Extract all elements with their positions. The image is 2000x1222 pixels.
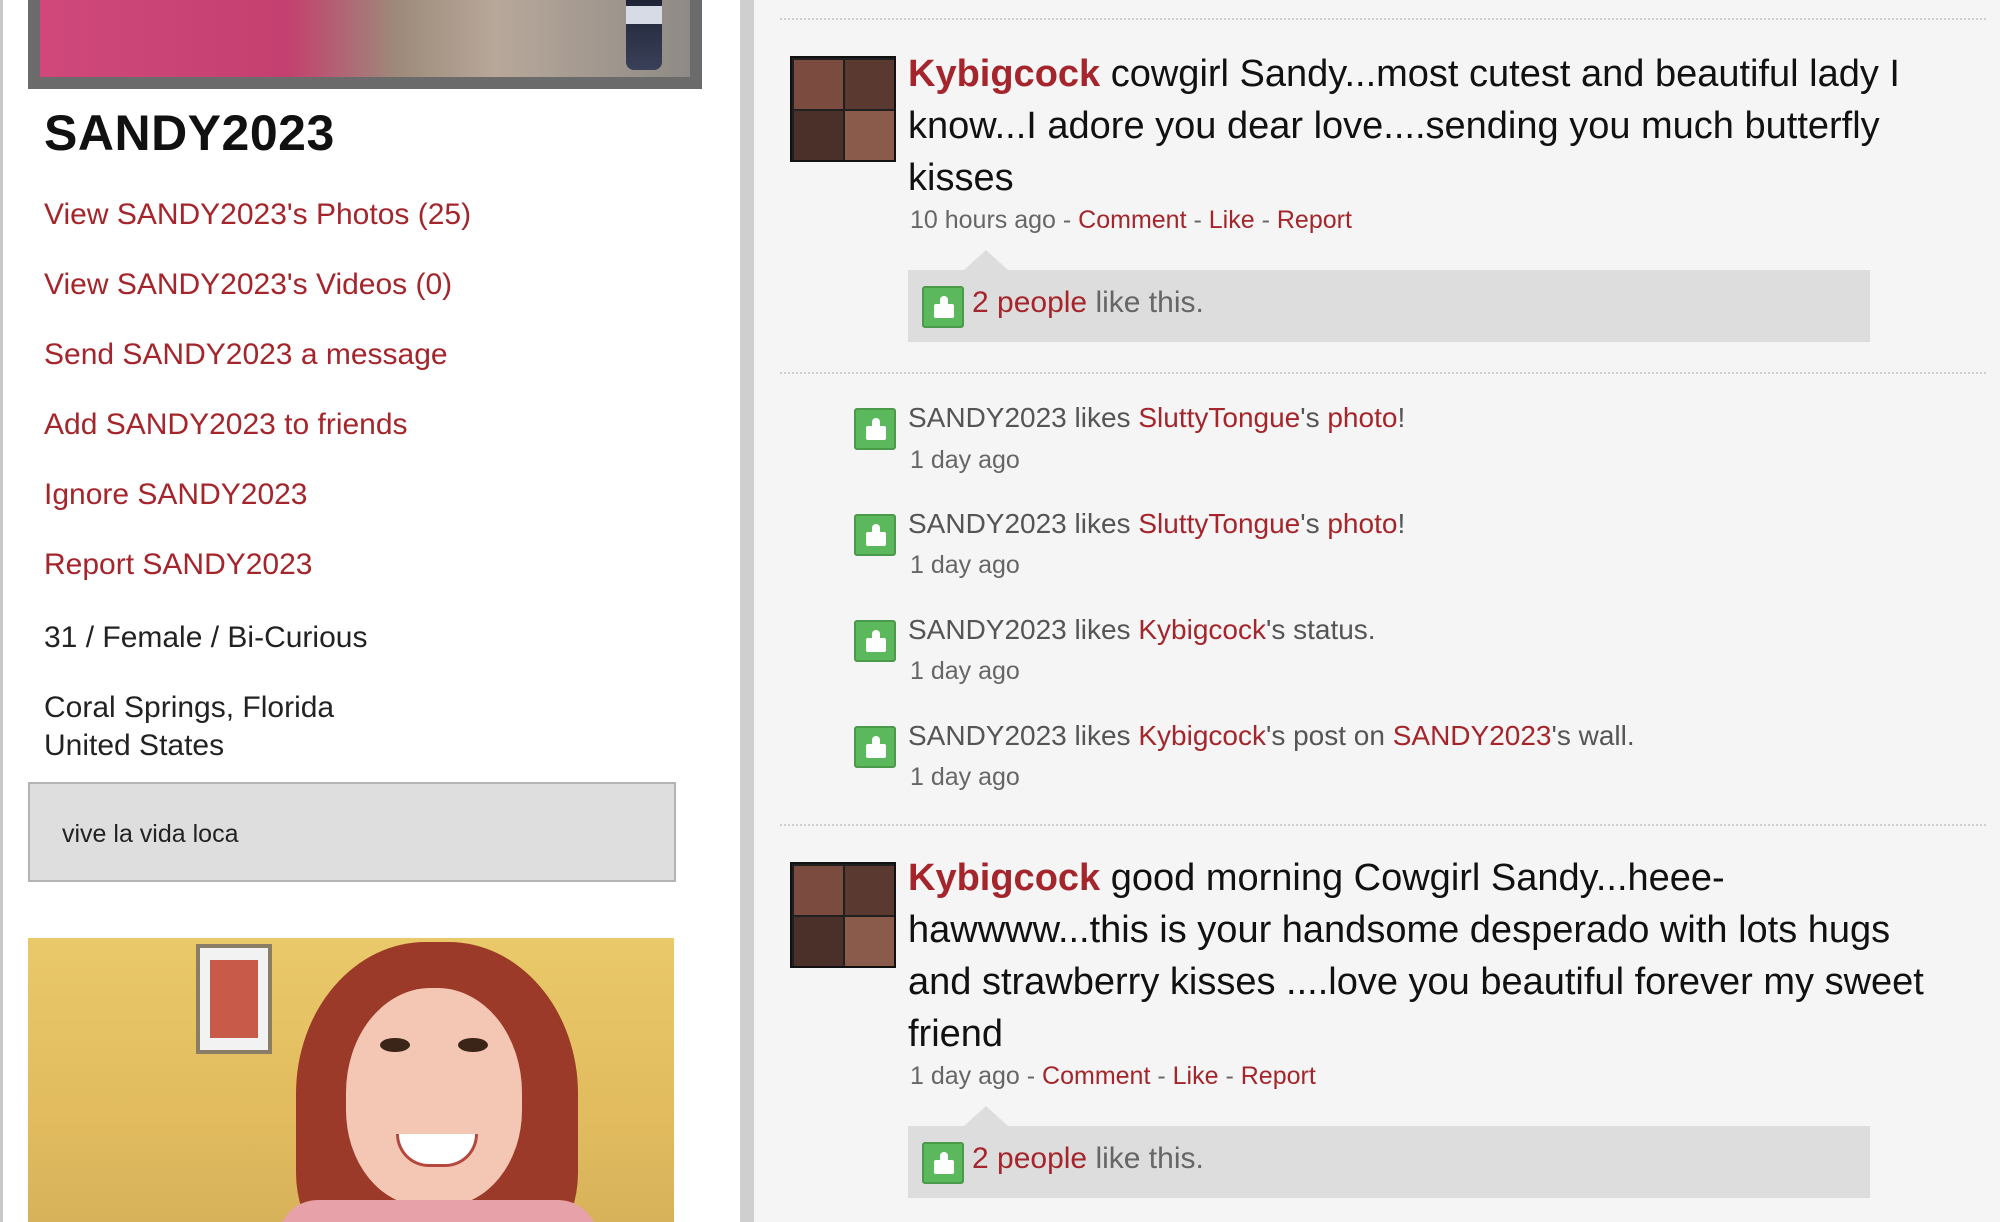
activity-user-link[interactable]: SluttyTongue [1138,402,1300,433]
sidebar-border [0,0,3,1222]
post-time: 1 day ago [910,1062,1020,1090]
face-shape [346,988,522,1206]
column-divider [740,0,754,1222]
activity-item: SANDY2023 likes SluttyTongue's photo! [908,402,1406,433]
profile-photo-image [40,0,690,77]
activity-object-link[interactable]: SANDY2023 [1393,720,1552,751]
likes-summary: 2 people like this. [972,286,1204,319]
likes-box: 2 people like this. [908,250,1870,342]
bottle-graphic [626,0,662,70]
activity-item: SANDY2023 likes Kybigcock's post on SAND… [908,720,1635,751]
like-link[interactable]: Like [1209,206,1255,234]
post-time: 10 hours ago [910,206,1056,234]
post-meta: 10 hours ago - Comment - Like - Report [910,206,1352,234]
left-eye [380,1038,410,1052]
activity-user-link[interactable]: SluttyTongue [1138,508,1300,539]
activity-object-link[interactable]: photo [1327,402,1397,433]
avatar[interactable] [790,56,896,162]
comment-link[interactable]: Comment [1042,1062,1150,1090]
profile-name: SANDY2023 [44,105,335,161]
likes-box-notch [964,250,1008,270]
view-photos-link[interactable]: View SANDY2023's Photos (25) [44,198,471,232]
activity-time: 1 day ago [910,763,1020,791]
activity-time: 1 day ago [910,551,1020,579]
motto-text: vive la vida loca [62,820,239,848]
add-friend-link[interactable]: Add SANDY2023 to friends [44,408,408,442]
activity-item: SANDY2023 likes SluttyTongue's photo! [908,508,1406,539]
like-link[interactable]: Like [1173,1062,1219,1090]
feed-separator [780,18,1986,20]
view-videos-link[interactable]: View SANDY2023's Videos (0) [44,268,452,302]
activity-item: SANDY2023 likes Kybigcock's status. [908,614,1376,645]
ignore-user-link[interactable]: Ignore SANDY2023 [44,478,308,512]
thumbs-up-icon [854,620,896,662]
avatar[interactable] [790,862,896,968]
feed-separator [780,372,1986,374]
location-country: United States [44,729,225,762]
likes-box-notch [964,1106,1008,1126]
demographics-text: 31 / Female / Bi-Curious [44,621,368,654]
likes-box: 2 people like this. [908,1106,1870,1198]
activity-time: 1 day ago [910,657,1020,685]
post-meta: 1 day ago - Comment - Like - Report [910,1062,1316,1090]
activity-object-link[interactable]: photo [1327,508,1397,539]
feed-separator [780,824,1986,826]
likes-count-link[interactable]: 2 people [972,286,1087,319]
thumbs-up-icon [854,408,896,450]
right-eye [458,1038,488,1052]
post-body: Kybigcock cowgirl Sandy...most cutest an… [908,48,1948,204]
send-message-link[interactable]: Send SANDY2023 a message [44,338,448,372]
profile-photo-top[interactable] [28,0,702,89]
post-body: Kybigcock good morning Cowgirl Sandy...h… [908,852,1948,1060]
activity-user-link[interactable]: Kybigcock [1138,720,1266,751]
activity-user-link[interactable]: Kybigcock [1138,614,1266,645]
activity-time: 1 day ago [910,446,1020,474]
thumbs-up-icon [922,286,964,328]
report-link[interactable]: Report [1241,1062,1316,1090]
profile-sidebar: SANDY2023 View SANDY2023's Photos (25) V… [0,0,740,1222]
location-city: Coral Springs, Florida [44,691,335,724]
thumbs-up-icon [854,514,896,556]
likes-summary: 2 people like this. [972,1142,1204,1175]
report-link[interactable]: Report [1277,206,1352,234]
motto-box: vive la vida loca [28,782,676,882]
likes-count-link[interactable]: 2 people [972,1142,1087,1175]
thumbs-up-icon [854,726,896,768]
post-author-link[interactable]: Kybigcock [908,53,1100,95]
post-author-link[interactable]: Kybigcock [908,857,1100,899]
shirt-shape [278,1200,598,1222]
thumbs-up-icon [922,1142,964,1184]
comment-link[interactable]: Comment [1078,206,1186,234]
profile-photo-main[interactable] [28,938,674,1222]
report-user-link[interactable]: Report SANDY2023 [44,548,312,582]
wall-frame [196,944,272,1054]
